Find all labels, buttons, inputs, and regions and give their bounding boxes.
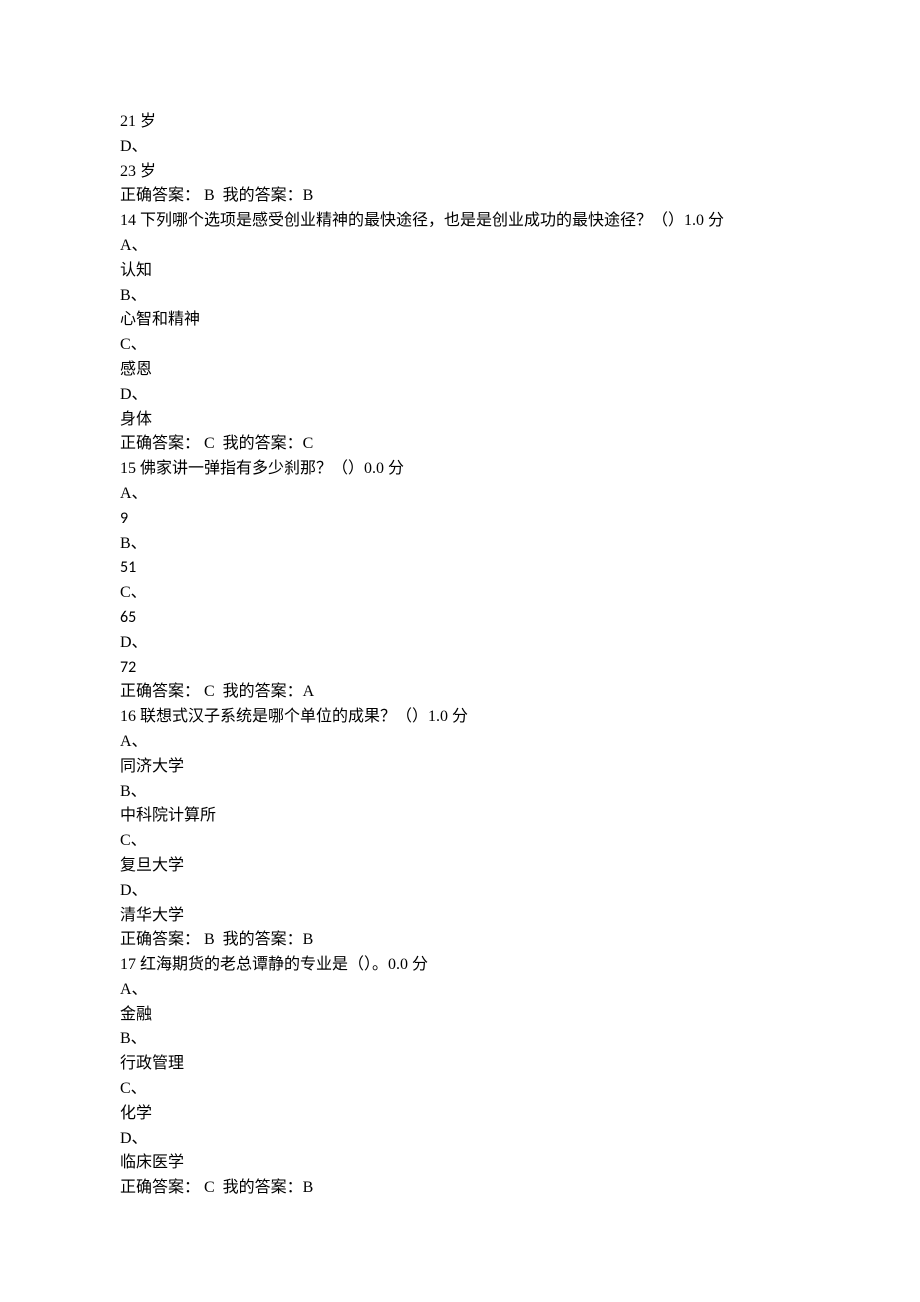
text-line: B、	[120, 532, 800, 557]
text-line: B、	[120, 1027, 800, 1052]
text-line: 9	[120, 507, 800, 532]
text: 中科院计算所	[120, 807, 216, 824]
text: 复旦大学	[120, 857, 184, 874]
question-line: 14 下列哪个选项是感受创业精神的最快途径，也是是创业成功的最快途径？（）1.0…	[120, 209, 800, 234]
text: 14 下列哪个选项是感受创业精神的最快途径，也是是创业成功的最快途径？（）1.0…	[120, 212, 724, 229]
text-line: 认知	[120, 259, 800, 284]
text-line: A、	[120, 730, 800, 755]
text-line: 临床医学	[120, 1151, 800, 1176]
text: 心智和精神	[120, 311, 200, 328]
text: 正确答案： C 我的答案：B	[120, 1179, 313, 1196]
text: C、	[120, 336, 147, 353]
text-line: 行政管理	[120, 1052, 800, 1077]
text-line: 心智和精神	[120, 308, 800, 333]
text: 17 红海期货的老总谭静的专业是（）。0.0 分	[120, 956, 428, 973]
text: 正确答案： B 我的答案：B	[120, 931, 313, 948]
text: 正确答案： C 我的答案：A	[120, 683, 314, 700]
text: C、	[120, 1080, 147, 1097]
text: A、	[120, 733, 148, 750]
text: B、	[120, 287, 147, 304]
text: 临床医学	[120, 1154, 184, 1171]
text: B、	[120, 783, 147, 800]
text: 身体	[120, 411, 152, 428]
text: 16 联想式汉子系统是哪个单位的成果？（）1.0 分	[120, 708, 468, 725]
text-line: 身体	[120, 408, 800, 433]
text: D、	[120, 386, 148, 403]
text-line: 21 岁	[120, 110, 800, 135]
question-line: 17 红海期货的老总谭静的专业是（）。0.0 分	[120, 953, 800, 978]
text-line: B、	[120, 780, 800, 805]
text-line: 72	[120, 656, 800, 681]
text: B、	[120, 535, 147, 552]
text: D、	[120, 882, 148, 899]
answer-line: 正确答案： C 我的答案：B	[120, 1176, 800, 1201]
answer-line: 正确答案： B 我的答案：B	[120, 928, 800, 953]
text: 清华大学	[120, 907, 184, 924]
text-line: A、	[120, 482, 800, 507]
text: B、	[120, 1030, 147, 1047]
question-line: 16 联想式汉子系统是哪个单位的成果？（）1.0 分	[120, 705, 800, 730]
text: 化学	[120, 1105, 152, 1122]
text: A、	[120, 981, 148, 998]
text: 感恩	[120, 361, 152, 378]
text: D、	[120, 1130, 148, 1147]
text: D、	[120, 138, 148, 155]
text-line: D、	[120, 135, 800, 160]
text-line: D、	[120, 631, 800, 656]
text: 65	[120, 608, 136, 627]
text: A、	[120, 237, 148, 254]
text-line: D、	[120, 1127, 800, 1152]
text-line: 化学	[120, 1102, 800, 1127]
text-line: C、	[120, 1077, 800, 1102]
text-line: 65	[120, 606, 800, 631]
text-line: D、	[120, 879, 800, 904]
text-line: C、	[120, 333, 800, 358]
answer-line: 正确答案： C 我的答案：A	[120, 680, 800, 705]
text-line: 中科院计算所	[120, 804, 800, 829]
text: 金融	[120, 1006, 152, 1023]
text-line: D、	[120, 383, 800, 408]
answer-line: 正确答案： B 我的答案：B	[120, 184, 800, 209]
question-line: 15 佛家讲一弹指有多少刹那？（）0.0 分	[120, 457, 800, 482]
text: 15 佛家讲一弹指有多少刹那？（）0.0 分	[120, 460, 404, 477]
text-line: C、	[120, 829, 800, 854]
document-page: 21 岁 D、 23 岁 正确答案： B 我的答案：B 14 下列哪个选项是感受…	[0, 0, 920, 1302]
text: 同济大学	[120, 758, 184, 775]
text-line: B、	[120, 284, 800, 309]
answer-line: 正确答案： C 我的答案：C	[120, 432, 800, 457]
text: 认知	[120, 262, 152, 279]
text: 72	[120, 658, 136, 677]
text: 正确答案： B 我的答案：B	[120, 187, 313, 204]
text-line: 金融	[120, 1003, 800, 1028]
text: 21 岁	[120, 113, 156, 130]
text: C、	[120, 832, 147, 849]
text-line: 51	[120, 556, 800, 581]
text-line: 同济大学	[120, 755, 800, 780]
text-line: 感恩	[120, 358, 800, 383]
text-line: A、	[120, 978, 800, 1003]
text: 51	[120, 558, 136, 577]
text: 行政管理	[120, 1055, 184, 1072]
text: 9	[120, 509, 128, 528]
text: C、	[120, 584, 147, 601]
text: A、	[120, 485, 148, 502]
text-line: 清华大学	[120, 904, 800, 929]
text-line: 复旦大学	[120, 854, 800, 879]
text-line: 23 岁	[120, 160, 800, 185]
text-line: A、	[120, 234, 800, 259]
text: 23 岁	[120, 163, 156, 180]
text: 正确答案： C 我的答案：C	[120, 435, 313, 452]
text-line: C、	[120, 581, 800, 606]
text: D、	[120, 634, 148, 651]
